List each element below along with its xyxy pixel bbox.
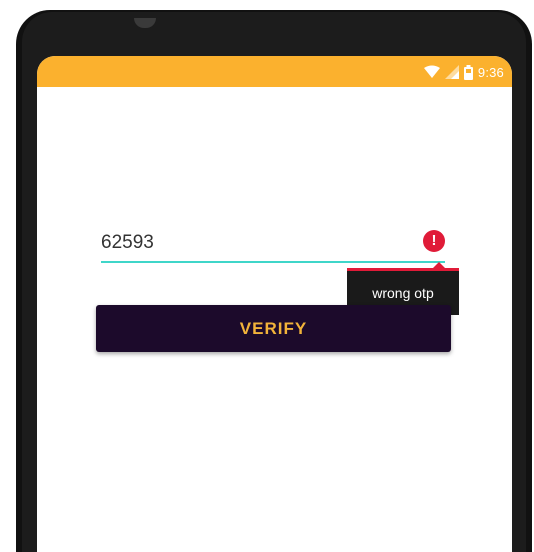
canvas: 9:36 62593 ! wrong otp VERIFY	[0, 0, 534, 552]
verify-button[interactable]: VERIFY	[96, 305, 451, 352]
wifi-icon	[423, 65, 440, 78]
error-icon: !	[423, 230, 445, 252]
status-time: 9:36	[477, 64, 504, 80]
otp-input-underline	[101, 261, 445, 263]
signal-icon	[444, 65, 459, 79]
app-screen: 9:36 62593 ! wrong otp VERIFY	[37, 56, 512, 552]
otp-input-value[interactable]: 62593	[101, 232, 154, 254]
camera-notch	[134, 18, 156, 28]
otp-input[interactable]: 62593 !	[101, 228, 445, 264]
battery-icon	[463, 64, 473, 80]
status-icons: 9:36	[423, 62, 504, 82]
status-bar: 9:36	[37, 56, 512, 87]
